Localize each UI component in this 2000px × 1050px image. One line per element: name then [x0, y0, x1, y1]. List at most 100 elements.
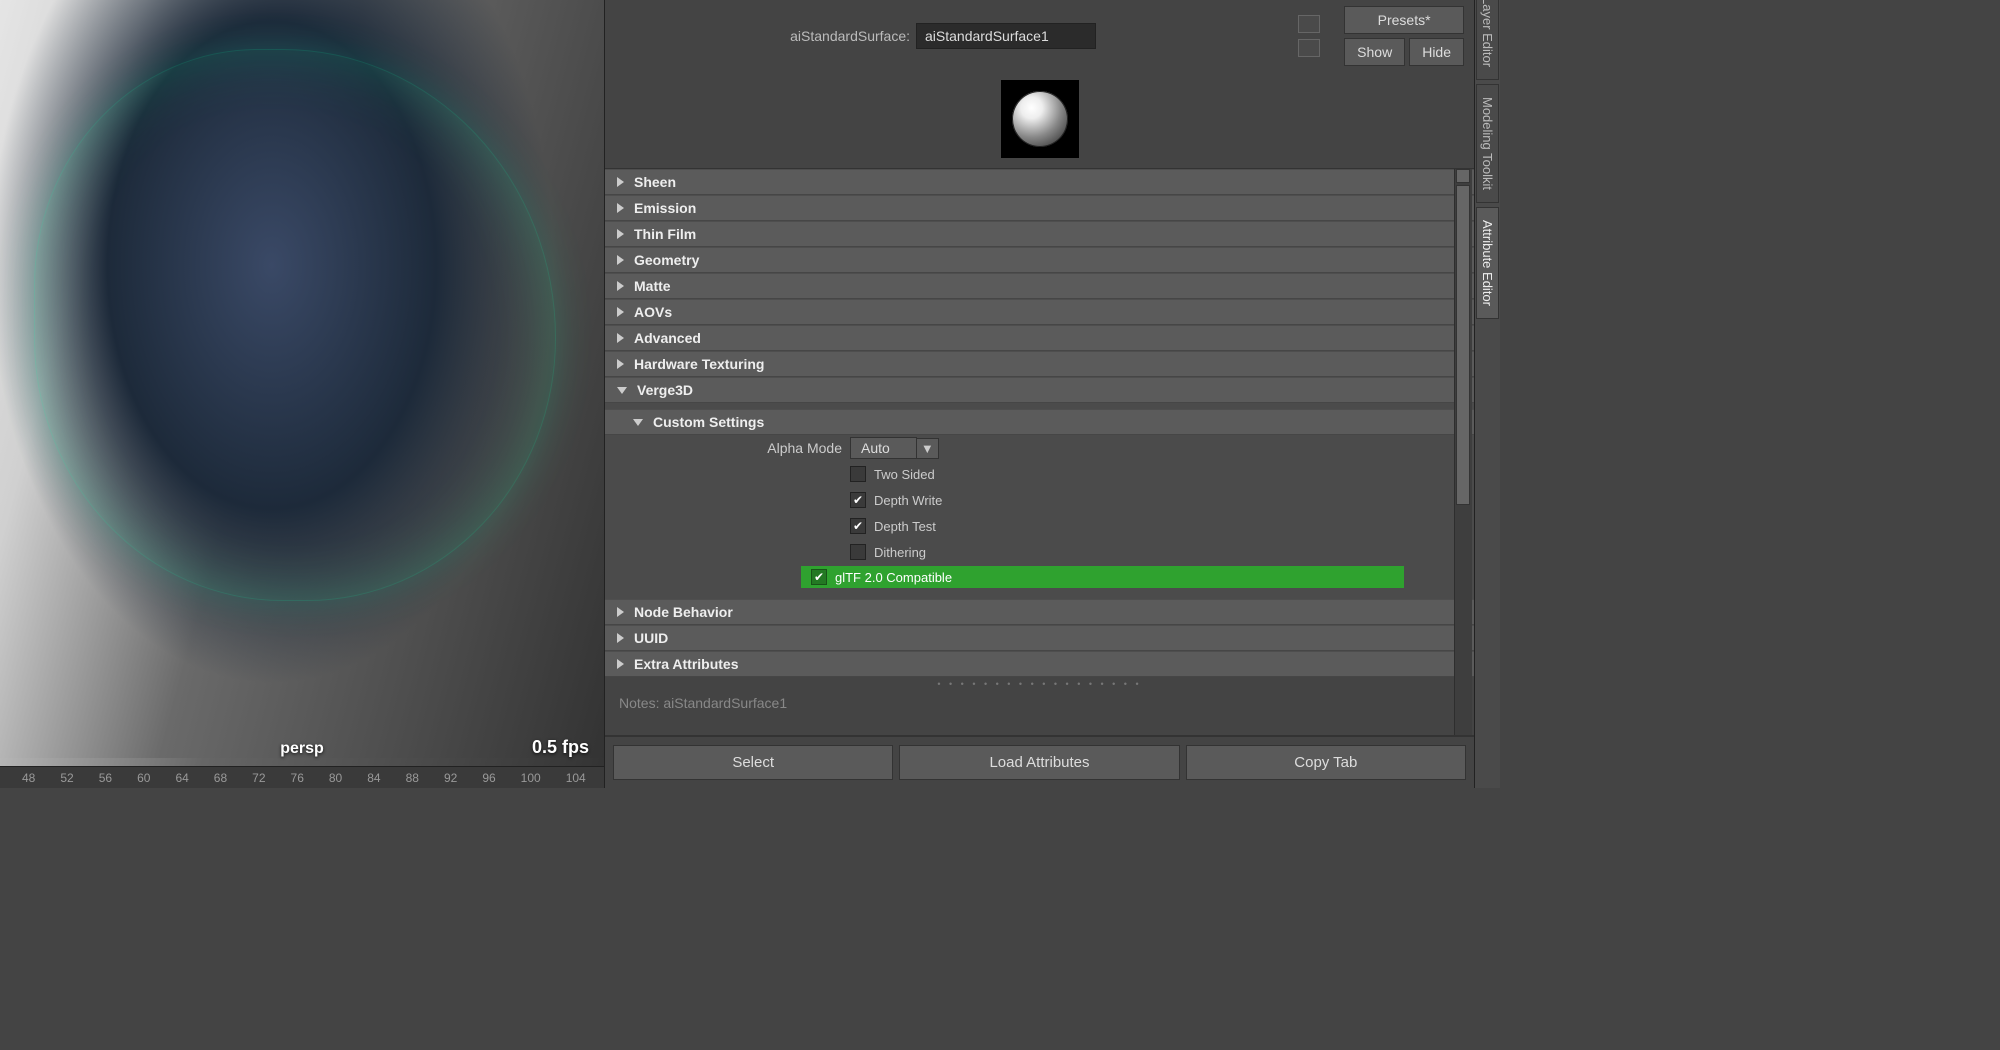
depth-write-label: Depth Write	[874, 493, 942, 508]
copy-tab-button[interactable]: Copy Tab	[1186, 745, 1466, 780]
show-button[interactable]: Show	[1344, 38, 1405, 66]
select-button[interactable]: Select	[613, 745, 893, 780]
material-sphere-icon	[1012, 91, 1068, 147]
resize-handle-icon[interactable]: • • • • • • • • • • • • • • • • • •	[605, 677, 1474, 691]
timeline-tick: 88	[406, 771, 419, 785]
section-node-behavior[interactable]: Node Behavior	[605, 599, 1474, 625]
chevron-right-icon	[617, 607, 624, 617]
chevron-right-icon	[617, 633, 624, 643]
section-title: Thin Film	[634, 226, 696, 242]
timeline-tick: 104	[566, 771, 586, 785]
section-geometry[interactable]: Geometry	[605, 247, 1474, 273]
attribute-header: aiStandardSurface: aiStandardSurface1 Pr…	[605, 0, 1474, 74]
gltf-compatible-label: glTF 2.0 Compatible	[835, 570, 952, 585]
tab-modeling-toolkit[interactable]: Modeling Toolkit	[1476, 84, 1499, 203]
timeline-tick: 72	[252, 771, 265, 785]
section-title: Extra Attributes	[634, 656, 739, 672]
depth-test-checkbox[interactable]	[850, 518, 866, 534]
section-title: Geometry	[634, 252, 699, 268]
section-emission[interactable]: Emission	[605, 195, 1474, 221]
timeline-tick: 68	[214, 771, 227, 785]
timeline-tick: 84	[367, 771, 380, 785]
section-advanced[interactable]: Advanced	[605, 325, 1474, 351]
scroll-thumb[interactable]	[1456, 185, 1470, 505]
two-sided-checkbox[interactable]	[850, 466, 866, 482]
chevron-down-icon	[633, 419, 643, 426]
node-type-label: aiStandardSurface:	[615, 28, 910, 44]
timeline-tick: 100	[521, 771, 541, 785]
section-title: Matte	[634, 278, 671, 294]
timeline-tick: 48	[22, 771, 35, 785]
section-title: UUID	[634, 630, 668, 646]
viewport[interactable]: persp 0.5 fps 48 52 56 60 64 68 72 76 80…	[0, 0, 605, 788]
material-preview	[605, 74, 1474, 168]
dithering-checkbox[interactable]	[850, 544, 866, 560]
section-extra-attributes[interactable]: Extra Attributes	[605, 651, 1474, 677]
subsection-custom-settings[interactable]: Custom Settings	[605, 409, 1474, 435]
timeline-tick: 76	[291, 771, 304, 785]
presets-button[interactable]: Presets*	[1344, 6, 1464, 34]
section-sheen[interactable]: Sheen	[605, 169, 1474, 195]
alpha-mode-dropdown[interactable]: Auto	[850, 437, 917, 459]
gltf-compatible-checkbox[interactable]	[811, 569, 827, 585]
timeline-tick: 64	[175, 771, 188, 785]
section-title: AOVs	[634, 304, 672, 320]
timeline-tick: 96	[482, 771, 495, 785]
timeline-tick: 60	[137, 771, 150, 785]
section-title: Advanced	[634, 330, 701, 346]
chevron-right-icon	[617, 333, 624, 343]
chevron-right-icon	[617, 177, 624, 187]
section-title: Verge3D	[637, 382, 693, 398]
attribute-sections[interactable]: Sheen Emission Thin Film Geometry Matte …	[605, 168, 1474, 736]
timeline-tick: 80	[329, 771, 342, 785]
section-hardware-texturing[interactable]: Hardware Texturing	[605, 351, 1474, 377]
section-verge3d-body: Custom Settings Alpha Mode Auto ▼ Two Si…	[605, 403, 1474, 599]
timeline-tick: 52	[60, 771, 73, 785]
gltf-compatible-row[interactable]: glTF 2.0 Compatible	[801, 566, 1404, 588]
section-title: Sheen	[634, 174, 676, 190]
tab-attribute-editor[interactable]: Attribute Editor	[1476, 207, 1499, 319]
chevron-right-icon	[617, 659, 624, 669]
camera-label: persp	[0, 740, 604, 758]
hide-button[interactable]: Hide	[1409, 38, 1464, 66]
depth-write-checkbox[interactable]	[850, 492, 866, 508]
side-tabs: Layer Editor Modeling Toolkit Attribute …	[1474, 0, 1500, 788]
chevron-right-icon	[617, 281, 624, 291]
attribute-editor-panel: aiStandardSurface: aiStandardSurface1 Pr…	[605, 0, 1474, 788]
node-name-field[interactable]: aiStandardSurface1	[916, 23, 1096, 49]
dropdown-caret-icon[interactable]: ▼	[917, 438, 939, 459]
section-aovs[interactable]: AOVs	[605, 299, 1474, 325]
chevron-right-icon	[617, 307, 624, 317]
depth-test-label: Depth Test	[874, 519, 936, 534]
focus-input-icon[interactable]	[1298, 15, 1320, 33]
chevron-right-icon	[617, 203, 624, 213]
section-title: Emission	[634, 200, 696, 216]
section-uuid[interactable]: UUID	[605, 625, 1474, 651]
tab-layer-editor[interactable]: Layer Editor	[1476, 0, 1499, 80]
viewport-scene[interactable]	[0, 0, 604, 758]
timeline-tick: 92	[444, 771, 457, 785]
mesh-wireframe[interactable]	[35, 50, 555, 600]
alpha-mode-label: Alpha Mode	[605, 440, 850, 456]
dithering-label: Dithering	[874, 545, 926, 560]
section-thin-film[interactable]: Thin Film	[605, 221, 1474, 247]
chevron-right-icon	[617, 255, 624, 265]
focus-output-icon[interactable]	[1298, 39, 1320, 57]
fps-indicator: 0.5 fps	[532, 737, 589, 758]
section-matte[interactable]: Matte	[605, 273, 1474, 299]
scroll-up-icon[interactable]	[1456, 169, 1470, 183]
chevron-right-icon	[617, 229, 624, 239]
scrollbar[interactable]	[1454, 169, 1472, 735]
material-swatch[interactable]	[1001, 80, 1079, 158]
load-attributes-button[interactable]: Load Attributes	[899, 745, 1179, 780]
chevron-right-icon	[617, 359, 624, 369]
attribute-footer: Select Load Attributes Copy Tab	[605, 736, 1474, 788]
timeline[interactable]: 48 52 56 60 64 68 72 76 80 84 88 92 96 1…	[0, 766, 604, 788]
notes-label: Notes: aiStandardSurface1	[605, 691, 1474, 711]
two-sided-label: Two Sided	[874, 467, 935, 482]
subsection-title: Custom Settings	[653, 414, 764, 430]
chevron-down-icon	[617, 387, 627, 394]
section-title: Hardware Texturing	[634, 356, 764, 372]
section-verge3d[interactable]: Verge3D	[605, 377, 1474, 403]
timeline-tick: 56	[99, 771, 112, 785]
